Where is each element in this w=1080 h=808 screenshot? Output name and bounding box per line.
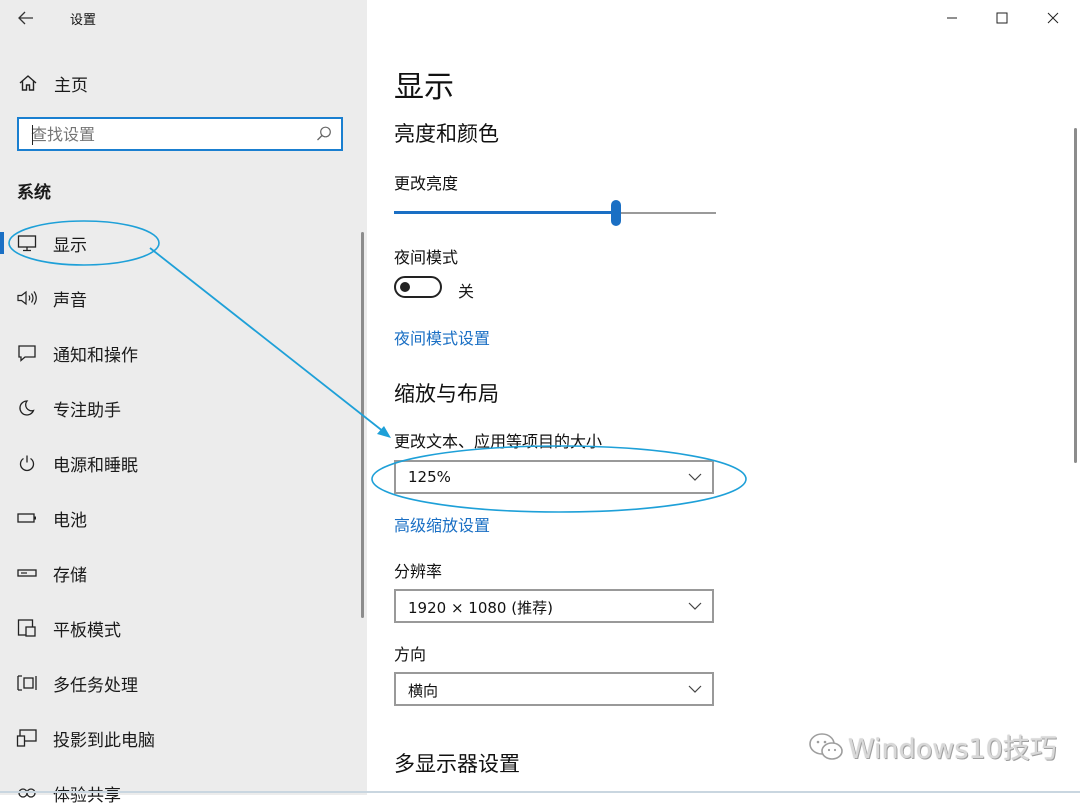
chevron-down-icon xyxy=(688,602,702,610)
sidebar-item-label: 存储 xyxy=(53,565,87,586)
orientation-dropdown[interactable]: 横向 xyxy=(394,672,714,706)
storage-icon xyxy=(16,562,38,584)
sidebar-item-sound[interactable]: 声音 xyxy=(0,283,360,313)
brightness-slider-track[interactable] xyxy=(616,212,716,214)
moon-icon xyxy=(16,397,38,419)
chevron-down-icon xyxy=(688,473,702,481)
home-icon xyxy=(19,75,37,91)
sidebar-item-label: 电池 xyxy=(53,510,87,531)
brightness-slider-fill[interactable] xyxy=(394,211,616,214)
sidebar-item-label: 主页 xyxy=(54,75,88,96)
night-light-label: 夜间模式 xyxy=(394,248,459,267)
sidebar-scrollbar[interactable] xyxy=(361,232,364,618)
monitor-icon xyxy=(16,232,38,254)
scale-layout-heading: 缩放与布局 xyxy=(394,382,499,406)
sidebar-item-focus-assist[interactable]: 专注助手 xyxy=(0,393,360,423)
advanced-scaling-link[interactable]: 高级缩放设置 xyxy=(394,512,490,536)
sidebar-item-home[interactable]: 主页 xyxy=(18,70,88,96)
sidebar-item-label: 投影到此电脑 xyxy=(53,730,155,751)
section-label: 系统 xyxy=(17,183,51,203)
sidebar-item-project[interactable]: 投影到此电脑 xyxy=(0,723,360,753)
window-title: 设置 xyxy=(70,13,97,28)
main-scrollbar[interactable] xyxy=(1074,128,1077,463)
watermark: Windows10技巧 xyxy=(808,727,1057,766)
page-title: 显示 xyxy=(394,70,454,105)
orientation-label: 方向 xyxy=(394,645,427,664)
back-arrow-icon xyxy=(18,11,33,25)
sidebar-item-label: 电源和睡眠 xyxy=(53,455,138,476)
sidebar-item-label: 显示 xyxy=(53,235,87,256)
sidebar-item-display[interactable]: 显示 xyxy=(0,228,360,258)
minimize-button[interactable] xyxy=(929,4,975,32)
maximize-icon xyxy=(996,12,1008,24)
bottom-edge xyxy=(0,791,1080,793)
orientation-value: 横向 xyxy=(408,682,439,700)
text-size-label: 更改文本、应用等项目的大小 xyxy=(394,432,603,451)
sidebar-item-power-sleep[interactable]: 电源和睡眠 xyxy=(0,448,360,478)
close-button[interactable] xyxy=(1030,4,1076,32)
brightness-label: 更改亮度 xyxy=(394,174,459,193)
share-icon xyxy=(16,782,38,804)
sidebar-item-notifications[interactable]: 通知和操作 xyxy=(0,338,360,368)
search-icon[interactable] xyxy=(315,125,333,143)
tablet-icon xyxy=(16,617,38,639)
watermark-text: Windows10技巧 xyxy=(848,734,1057,765)
toggle-knob xyxy=(400,282,410,292)
close-icon xyxy=(1047,12,1059,24)
notification-icon xyxy=(16,342,38,364)
sidebar-item-storage[interactable]: 存储 xyxy=(0,558,360,588)
resolution-value: 1920 × 1080 (推荐) xyxy=(408,599,553,617)
sidebar-item-label: 通知和操作 xyxy=(53,345,138,366)
search-box[interactable] xyxy=(17,117,343,151)
sidebar-item-label: 平板模式 xyxy=(53,620,121,641)
sidebar-item-tablet-mode[interactable]: 平板模式 xyxy=(0,613,360,643)
multi-display-heading: 多显示器设置 xyxy=(394,752,520,776)
battery-icon xyxy=(16,507,38,529)
back-button[interactable] xyxy=(10,6,42,30)
night-light-state: 关 xyxy=(458,282,475,301)
brightness-slider-thumb[interactable] xyxy=(611,200,621,226)
scale-value: 125% xyxy=(408,468,451,486)
resolution-dropdown[interactable]: 1920 × 1080 (推荐) xyxy=(394,589,714,623)
power-icon xyxy=(16,452,38,474)
minimize-icon xyxy=(947,17,957,19)
sidebar-item-shared-experiences[interactable]: 体验共享 xyxy=(0,778,360,808)
chevron-down-icon xyxy=(688,685,702,693)
sidebar-item-multitasking[interactable]: 多任务处理 xyxy=(0,668,360,698)
project-icon xyxy=(16,727,38,749)
search-input[interactable] xyxy=(31,123,311,145)
maximize-button[interactable] xyxy=(979,4,1025,32)
sidebar-item-label: 声音 xyxy=(53,290,87,311)
sidebar-item-label: 专注助手 xyxy=(53,400,121,421)
wechat-icon xyxy=(809,732,843,760)
sidebar: 设置 主页 系统 显示 声音 通知和操作 专注助手 电源和睡眠 电池 存储 平板… xyxy=(0,0,367,806)
sidebar-item-label: 多任务处理 xyxy=(53,675,138,696)
resolution-label: 分辨率 xyxy=(394,562,443,581)
multitask-icon xyxy=(16,672,38,694)
sidebar-item-battery[interactable]: 电池 xyxy=(0,503,360,533)
speaker-icon xyxy=(16,287,38,309)
sidebar-item-label: 体验共享 xyxy=(53,785,121,806)
brightness-heading: 亮度和颜色 xyxy=(394,122,499,146)
scale-dropdown[interactable]: 125% xyxy=(394,460,714,494)
text-caret xyxy=(32,125,33,145)
night-light-toggle[interactable] xyxy=(394,276,442,298)
night-light-settings-link[interactable]: 夜间模式设置 xyxy=(394,325,490,349)
